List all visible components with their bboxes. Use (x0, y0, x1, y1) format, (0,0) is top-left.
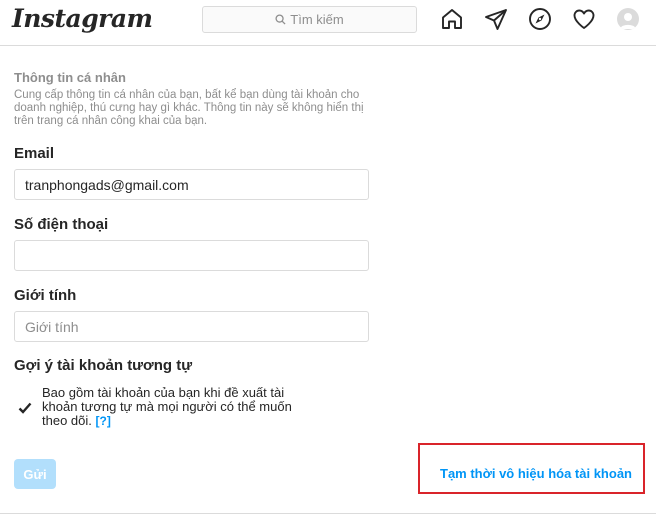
bottom-divider (0, 513, 656, 514)
search-placeholder: Tìm kiếm (290, 12, 344, 27)
activity-heart-icon[interactable] (572, 7, 596, 31)
section-description: Cung cấp thông tin cá nhân của bạn, bất … (14, 89, 364, 127)
search-icon (275, 14, 286, 25)
user-silhouette-icon (620, 13, 636, 29)
similar-account-suggestion-label: Gợi ý tài khoản tương tự (14, 357, 193, 374)
suggestion-checkbox[interactable] (17, 400, 32, 415)
personal-info-section: Thông tin cá nhân Cung cấp thông tin cá … (14, 70, 374, 128)
direct-message-icon[interactable] (484, 7, 508, 31)
home-icon[interactable] (440, 7, 464, 31)
top-navigation-bar: Instagram Tìm kiếm (0, 0, 656, 46)
explore-compass-icon[interactable] (528, 7, 552, 31)
submit-button[interactable]: Gửi (14, 459, 56, 489)
help-link[interactable]: [?] (96, 414, 111, 428)
checkmark-icon (18, 402, 31, 414)
similar-account-suggestion-option: Bao gồm tài khoản của bạn khi đề xuất tà… (14, 386, 334, 428)
gender-label: Giới tính (14, 287, 77, 304)
search-box[interactable]: Tìm kiếm (202, 6, 417, 33)
deactivate-account-link[interactable]: Tạm thời vô hiệu hóa tài khoản (440, 466, 632, 481)
nav-icons (440, 7, 596, 31)
instagram-logo[interactable]: Instagram (12, 4, 153, 33)
profile-avatar[interactable] (617, 8, 639, 30)
email-label: Email (14, 145, 55, 162)
phone-field[interactable] (14, 240, 369, 271)
section-title: Thông tin cá nhân (14, 70, 126, 85)
phone-label: Số điện thoại (14, 216, 109, 233)
suggestion-text-block: Bao gồm tài khoản của bạn khi đề xuất tà… (42, 385, 312, 429)
suggestion-description: Bao gồm tài khoản của bạn khi đề xuất tà… (42, 385, 292, 428)
gender-field[interactable] (14, 311, 369, 342)
email-field[interactable] (14, 169, 369, 200)
